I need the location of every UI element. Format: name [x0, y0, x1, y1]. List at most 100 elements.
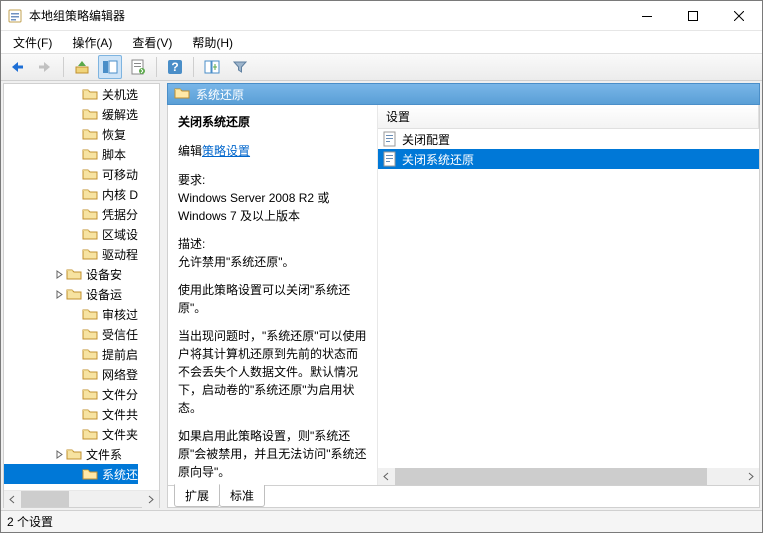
- tree-item-label: 网络登: [102, 366, 138, 383]
- properties-button[interactable]: [126, 55, 150, 79]
- expand-icon[interactable]: [52, 267, 66, 281]
- menu-view[interactable]: 查看(V): [124, 32, 180, 53]
- show-hide-tree-button[interactable]: [98, 55, 122, 79]
- tree-item-label: 区域设: [102, 226, 138, 243]
- scroll-thumb[interactable]: [395, 468, 707, 485]
- expand-icon[interactable]: [52, 287, 66, 301]
- svg-text:?: ?: [171, 60, 178, 74]
- menu-action[interactable]: 操作(A): [64, 32, 120, 53]
- scroll-right-icon[interactable]: [742, 468, 759, 485]
- status-text: 2 个设置: [7, 513, 53, 530]
- tree-item[interactable]: 驱动程: [4, 244, 138, 264]
- tabs: 扩展 标准: [167, 486, 760, 508]
- tree-item-label: 系统还: [102, 466, 138, 483]
- folder-icon: [82, 87, 98, 101]
- folder-icon: [82, 347, 98, 361]
- scroll-left-icon[interactable]: [4, 491, 21, 508]
- scroll-track[interactable]: [21, 491, 142, 507]
- policy-icon: [382, 151, 398, 167]
- menu-help[interactable]: 帮助(H): [184, 32, 241, 53]
- maximize-button[interactable]: [670, 1, 716, 31]
- tree-item[interactable]: 受信任: [4, 324, 138, 344]
- list-hscrollbar[interactable]: [378, 468, 759, 485]
- list-header[interactable]: 设置: [378, 105, 759, 129]
- forward-button[interactable]: [33, 55, 57, 79]
- minimize-button[interactable]: [624, 1, 670, 31]
- tree-item[interactable]: 凭据分: [4, 204, 138, 224]
- tree-item[interactable]: 恢复: [4, 124, 138, 144]
- policy-title: 关闭系统还原: [178, 113, 367, 130]
- tree-item[interactable]: 可移动: [4, 164, 138, 184]
- folder-icon: [66, 267, 82, 281]
- tree-item[interactable]: 关机选: [4, 84, 138, 104]
- tree-item-label: 受信任: [102, 326, 138, 343]
- tree-item-label: 文件共: [102, 406, 138, 423]
- scroll-right-icon[interactable]: [142, 491, 159, 508]
- tree-item[interactable]: 系统还: [4, 464, 138, 484]
- tree-item-label: 文件夹: [102, 426, 138, 443]
- folder-icon: [174, 86, 190, 102]
- scroll-left-icon[interactable]: [378, 468, 395, 485]
- column-header-setting[interactable]: 设置: [378, 105, 759, 128]
- tree-item-label: 可移动: [102, 166, 138, 183]
- client-area: 关机选缓解选恢复脚本可移动内核 D 凭据分区域设驱动程设备安设备运审核过受信任提前…: [1, 81, 762, 510]
- menu-file[interactable]: 文件(F): [5, 32, 60, 53]
- splitter[interactable]: [161, 81, 166, 510]
- description-text: 要求:Windows Server 2008 R2 或 Windows 7 及以…: [178, 171, 367, 491]
- tree-item-label: 关机选: [102, 86, 138, 103]
- tree-item[interactable]: 设备运: [4, 284, 138, 304]
- tree-hscrollbar[interactable]: [4, 490, 159, 507]
- tree-item[interactable]: 内核 D: [4, 184, 138, 204]
- tree-item[interactable]: 脚本: [4, 144, 138, 164]
- folder-icon: [82, 427, 98, 441]
- tree-item-label: 缓解选: [102, 106, 138, 123]
- right-header-title: 系统还原: [196, 86, 244, 103]
- tree-item-label: 审核过: [102, 306, 138, 323]
- tab-extended[interactable]: 扩展: [174, 484, 220, 507]
- tree-item[interactable]: 文件系: [4, 444, 138, 464]
- tree-item[interactable]: 审核过: [4, 304, 138, 324]
- tree-item-label: 文件分: [102, 386, 138, 403]
- separator: [193, 57, 194, 77]
- window: 本地组策略编辑器 文件(F) 操作(A) 查看(V) 帮助(H) ? 关机选缓解…: [0, 0, 763, 533]
- folder-icon: [66, 447, 82, 461]
- tree-item[interactable]: 网络登: [4, 364, 138, 384]
- folder-icon: [82, 327, 98, 341]
- tree-item[interactable]: 提前启: [4, 344, 138, 364]
- scroll-track[interactable]: [395, 468, 742, 485]
- help-button[interactable]: ?: [163, 55, 187, 79]
- right-body: 关闭系统还原 编辑策略设置 要求:Windows Server 2008 R2 …: [167, 105, 760, 486]
- tab-standard[interactable]: 标准: [219, 485, 265, 507]
- tree-item-label: 凭据分: [102, 206, 138, 223]
- expand-icon[interactable]: [52, 447, 66, 461]
- up-button[interactable]: [70, 55, 94, 79]
- folder-icon: [82, 187, 98, 201]
- edit-prefix: 编辑: [178, 144, 202, 158]
- titlebar: 本地组策略编辑器: [1, 1, 762, 31]
- tree-item[interactable]: 区域设: [4, 224, 138, 244]
- scroll-thumb[interactable]: [21, 491, 69, 507]
- tree-item[interactable]: 文件共: [4, 404, 138, 424]
- window-title: 本地组策略编辑器: [29, 7, 624, 24]
- list-item[interactable]: 关闭系统还原: [378, 149, 759, 169]
- all-settings-button[interactable]: [200, 55, 224, 79]
- tree-item-label: 脚本: [102, 146, 126, 163]
- list-item-label: 关闭配置: [402, 131, 450, 148]
- tree-item[interactable]: 文件夹: [4, 424, 138, 444]
- list-body[interactable]: 关闭配置关闭系统还原: [378, 129, 759, 485]
- toolbar: ?: [1, 53, 762, 81]
- tree-item[interactable]: 文件分: [4, 384, 138, 404]
- close-button[interactable]: [716, 1, 762, 31]
- description-pane: 关闭系统还原 编辑策略设置 要求:Windows Server 2008 R2 …: [168, 105, 378, 485]
- right-header: 系统还原: [167, 83, 760, 105]
- tree-scroll[interactable]: 关机选缓解选恢复脚本可移动内核 D 凭据分区域设驱动程设备安设备运审核过受信任提前…: [4, 84, 159, 490]
- list-item[interactable]: 关闭配置: [378, 129, 759, 149]
- folder-icon: [82, 227, 98, 241]
- tree-item[interactable]: 缓解选: [4, 104, 138, 124]
- back-button[interactable]: [5, 55, 29, 79]
- edit-policy-link[interactable]: 策略设置: [202, 144, 250, 158]
- policy-icon: [382, 131, 398, 147]
- filter-button[interactable]: [228, 55, 252, 79]
- folder-icon: [82, 107, 98, 121]
- tree-item[interactable]: 设备安: [4, 264, 138, 284]
